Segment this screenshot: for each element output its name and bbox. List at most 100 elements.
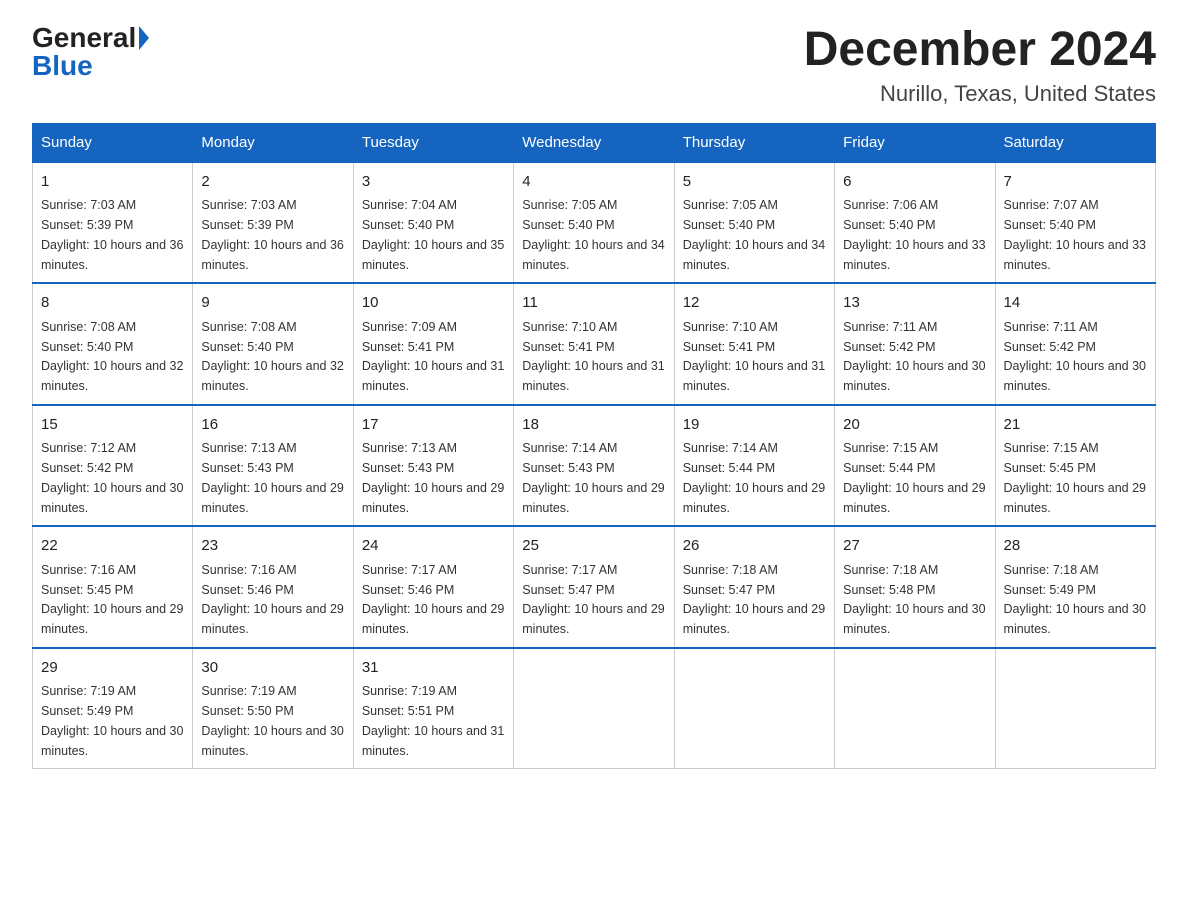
weekday-header-saturday: Saturday (995, 123, 1155, 162)
day-info: Sunrise: 7:14 AMSunset: 5:44 PMDaylight:… (683, 441, 825, 514)
day-number: 20 (843, 414, 986, 437)
calendar-day-cell: 31Sunrise: 7:19 AMSunset: 5:51 PMDayligh… (353, 648, 513, 769)
calendar-day-cell: 21 Sunrise: 7:15 AMSunset: 5:45 PMDayligh… (995, 405, 1155, 527)
day-number: 30 (201, 657, 344, 680)
calendar-day-cell: 7Sunrise: 7:07 AMSunset: 5:40 PMDaylight… (995, 162, 1155, 284)
calendar-day-cell: 8Sunrise: 7:08 AMSunset: 5:40 PMDaylight… (33, 283, 193, 405)
weekday-header-row: SundayMondayTuesdayWednesdayThursdayFrid… (33, 123, 1156, 162)
calendar-day-cell: 22 Sunrise: 7:16 AMSunset: 5:45 PMDayligh… (33, 526, 193, 648)
day-number: 2 (201, 171, 344, 194)
day-number: 4 (522, 171, 665, 194)
calendar-day-cell: 14 Sunrise: 7:11 AMSunset: 5:42 PMDayligh… (995, 283, 1155, 405)
calendar-day-cell: 5 Sunrise: 7:05 AMSunset: 5:40 PMDaylight… (674, 162, 834, 284)
day-number: 21 (1004, 414, 1147, 437)
day-number: 19 (683, 414, 826, 437)
weekday-header-monday: Monday (193, 123, 353, 162)
weekday-header-tuesday: Tuesday (353, 123, 513, 162)
day-info: Sunrise: 7:05 AMSunset: 5:40 PMDaylight:… (522, 198, 664, 271)
day-info: Sunrise: 7:19 AMSunset: 5:50 PMDaylight:… (201, 684, 343, 757)
day-number: 29 (41, 657, 184, 680)
calendar-day-cell (674, 648, 834, 769)
day-info: Sunrise: 7:18 AMSunset: 5:48 PMDaylight:… (843, 563, 985, 636)
calendar-week-row: 1 Sunrise: 7:03 AMSunset: 5:39 PMDaylight… (33, 162, 1156, 284)
calendar-day-cell: 18 Sunrise: 7:14 AMSunset: 5:43 PMDayligh… (514, 405, 674, 527)
calendar-day-cell: 19 Sunrise: 7:14 AMSunset: 5:44 PMDayligh… (674, 405, 834, 527)
day-info: Sunrise: 7:17 AMSunset: 5:47 PMDaylight:… (522, 563, 664, 636)
day-info: Sunrise: 7:17 AMSunset: 5:46 PMDaylight:… (362, 563, 504, 636)
day-number: 11 (522, 292, 665, 315)
day-number: 24 (362, 535, 505, 558)
calendar-week-row: 29 Sunrise: 7:19 AMSunset: 5:49 PMDayligh… (33, 648, 1156, 769)
calendar-day-cell: 30 Sunrise: 7:19 AMSunset: 5:50 PMDayligh… (193, 648, 353, 769)
calendar-day-cell: 24 Sunrise: 7:17 AMSunset: 5:46 PMDayligh… (353, 526, 513, 648)
calendar-day-cell: 23Sunrise: 7:16 AMSunset: 5:46 PMDayligh… (193, 526, 353, 648)
day-info: Sunrise: 7:16 AMSunset: 5:45 PMDaylight:… (41, 563, 183, 636)
day-info: Sunrise: 7:06 AMSunset: 5:40 PMDaylight:… (843, 198, 985, 271)
day-number: 6 (843, 171, 986, 194)
calendar-day-cell: 17 Sunrise: 7:13 AMSunset: 5:43 PMDayligh… (353, 405, 513, 527)
day-number: 12 (683, 292, 826, 315)
weekday-header-friday: Friday (835, 123, 995, 162)
day-info: Sunrise: 7:11 AMSunset: 5:42 PMDaylight:… (1004, 320, 1146, 393)
day-number: 15 (41, 414, 184, 437)
calendar-day-cell (835, 648, 995, 769)
calendar-week-row: 15 Sunrise: 7:12 AMSunset: 5:42 PMDayligh… (33, 405, 1156, 527)
logo-general-text: General (32, 24, 136, 52)
day-info: Sunrise: 7:15 AMSunset: 5:45 PMDaylight:… (1004, 441, 1146, 514)
day-number: 28 (1004, 535, 1147, 558)
calendar-table: SundayMondayTuesdayWednesdayThursdayFrid… (32, 123, 1156, 770)
day-info: Sunrise: 7:13 AMSunset: 5:43 PMDaylight:… (362, 441, 504, 514)
day-number: 7 (1004, 171, 1147, 194)
day-info: Sunrise: 7:09 AMSunset: 5:41 PMDaylight:… (362, 320, 504, 393)
location-title: Nurillo, Texas, United States (804, 81, 1156, 107)
month-title: December 2024 (804, 24, 1156, 77)
day-number: 1 (41, 171, 184, 194)
day-info: Sunrise: 7:04 AMSunset: 5:40 PMDaylight:… (362, 198, 504, 271)
day-number: 5 (683, 171, 826, 194)
day-number: 14 (1004, 292, 1147, 315)
calendar-day-cell: 15 Sunrise: 7:12 AMSunset: 5:42 PMDayligh… (33, 405, 193, 527)
day-info: Sunrise: 7:18 AMSunset: 5:49 PMDaylight:… (1004, 563, 1146, 636)
day-number: 9 (201, 292, 344, 315)
calendar-week-row: 22 Sunrise: 7:16 AMSunset: 5:45 PMDayligh… (33, 526, 1156, 648)
day-info: Sunrise: 7:12 AMSunset: 5:42 PMDaylight:… (41, 441, 183, 514)
day-number: 17 (362, 414, 505, 437)
day-info: Sunrise: 7:14 AMSunset: 5:43 PMDaylight:… (522, 441, 664, 514)
day-info: Sunrise: 7:10 AMSunset: 5:41 PMDaylight:… (683, 320, 825, 393)
calendar-day-cell: 2Sunrise: 7:03 AMSunset: 5:39 PMDaylight… (193, 162, 353, 284)
logo-arrow-icon (139, 26, 149, 50)
calendar-day-cell: 26Sunrise: 7:18 AMSunset: 5:47 PMDayligh… (674, 526, 834, 648)
day-info: Sunrise: 7:19 AMSunset: 5:51 PMDaylight:… (362, 684, 504, 757)
day-info: Sunrise: 7:11 AMSunset: 5:42 PMDaylight:… (843, 320, 985, 393)
title-section: December 2024 Nurillo, Texas, United Sta… (804, 24, 1156, 107)
calendar-day-cell: 3 Sunrise: 7:04 AMSunset: 5:40 PMDaylight… (353, 162, 513, 284)
day-number: 18 (522, 414, 665, 437)
calendar-day-cell: 11Sunrise: 7:10 AMSunset: 5:41 PMDayligh… (514, 283, 674, 405)
day-info: Sunrise: 7:15 AMSunset: 5:44 PMDaylight:… (843, 441, 985, 514)
calendar-day-cell: 20 Sunrise: 7:15 AMSunset: 5:44 PMDayligh… (835, 405, 995, 527)
day-number: 22 (41, 535, 184, 558)
day-number: 27 (843, 535, 986, 558)
day-info: Sunrise: 7:19 AMSunset: 5:49 PMDaylight:… (41, 684, 183, 757)
calendar-day-cell (995, 648, 1155, 769)
weekday-header-wednesday: Wednesday (514, 123, 674, 162)
calendar-day-cell: 12 Sunrise: 7:10 AMSunset: 5:41 PMDayligh… (674, 283, 834, 405)
day-number: 13 (843, 292, 986, 315)
calendar-day-cell: 28 Sunrise: 7:18 AMSunset: 5:49 PMDayligh… (995, 526, 1155, 648)
day-number: 25 (522, 535, 665, 558)
day-number: 26 (683, 535, 826, 558)
page-header: General Blue December 2024 Nurillo, Texa… (32, 24, 1156, 107)
calendar-day-cell: 4 Sunrise: 7:05 AMSunset: 5:40 PMDaylight… (514, 162, 674, 284)
calendar-day-cell: 29 Sunrise: 7:19 AMSunset: 5:49 PMDayligh… (33, 648, 193, 769)
calendar-day-cell: 16Sunrise: 7:13 AMSunset: 5:43 PMDayligh… (193, 405, 353, 527)
calendar-week-row: 8Sunrise: 7:08 AMSunset: 5:40 PMDaylight… (33, 283, 1156, 405)
calendar-day-cell: 1 Sunrise: 7:03 AMSunset: 5:39 PMDaylight… (33, 162, 193, 284)
calendar-day-cell: 10 Sunrise: 7:09 AMSunset: 5:41 PMDayligh… (353, 283, 513, 405)
day-info: Sunrise: 7:03 AMSunset: 5:39 PMDaylight:… (41, 198, 183, 271)
day-info: Sunrise: 7:13 AMSunset: 5:43 PMDaylight:… (201, 441, 343, 514)
calendar-day-cell: 6 Sunrise: 7:06 AMSunset: 5:40 PMDaylight… (835, 162, 995, 284)
day-number: 10 (362, 292, 505, 315)
day-info: Sunrise: 7:05 AMSunset: 5:40 PMDaylight:… (683, 198, 825, 271)
day-number: 3 (362, 171, 505, 194)
day-info: Sunrise: 7:08 AMSunset: 5:40 PMDaylight:… (41, 320, 183, 393)
